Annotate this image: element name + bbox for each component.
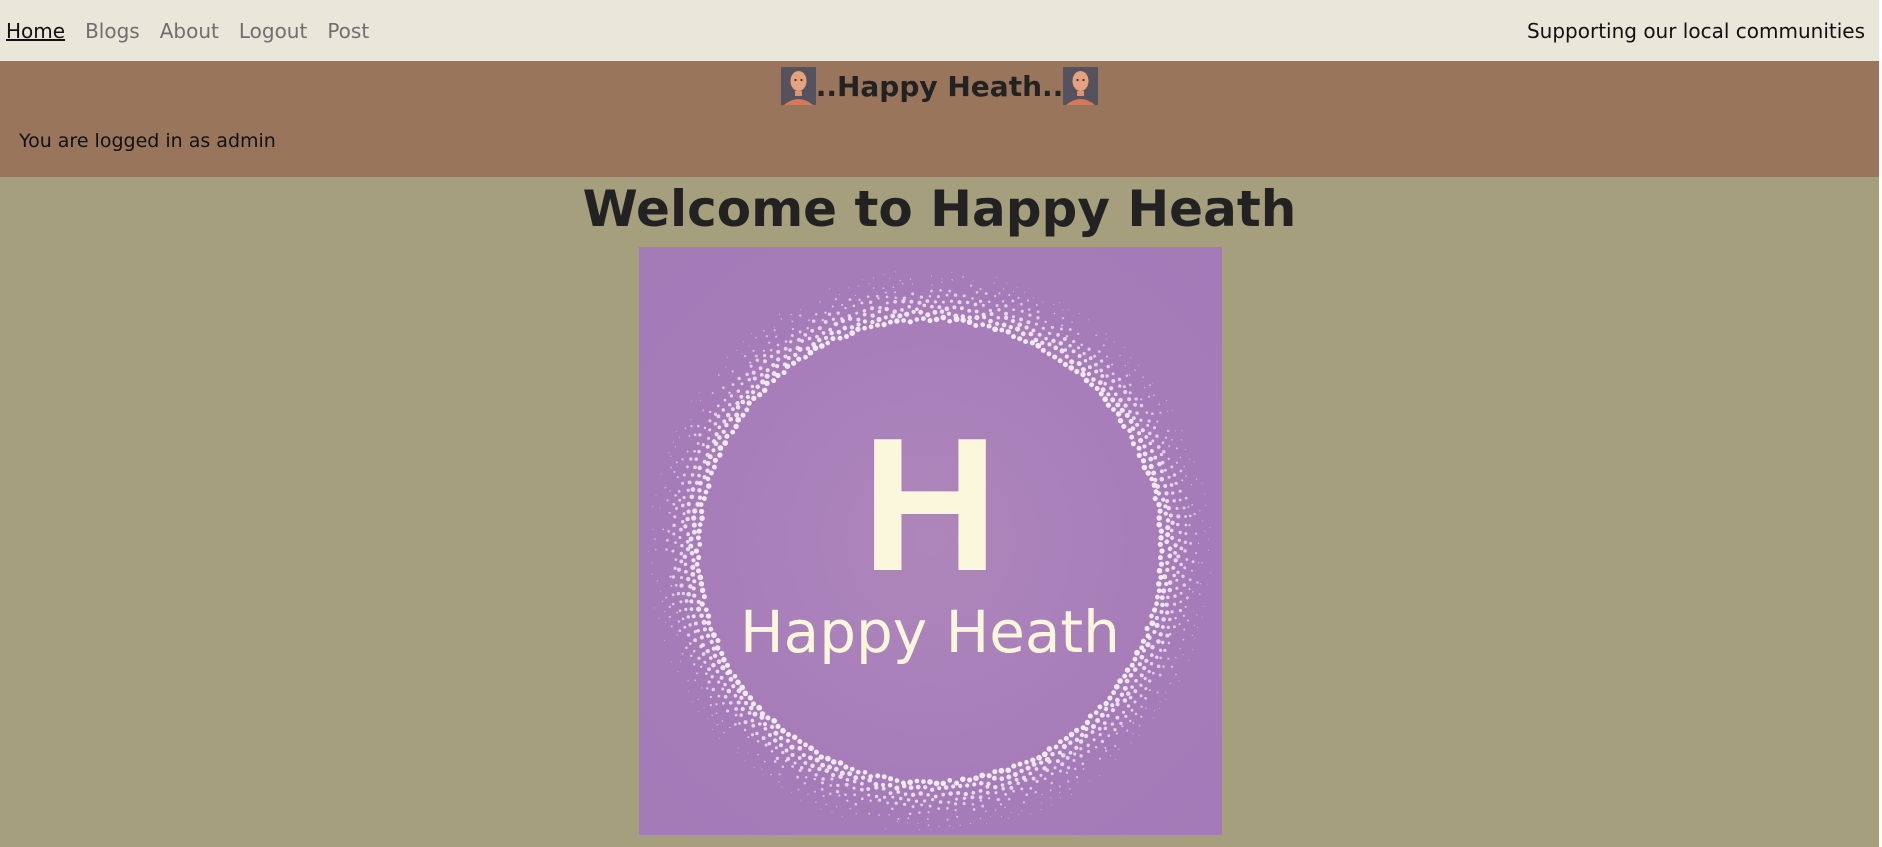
site-title: ..Happy Heath.. [815, 69, 1064, 103]
site-header: ..Happy Heath.. You are logged in as adm… [0, 61, 1879, 177]
nav-link-logout[interactable]: Logout [239, 19, 307, 43]
nav-link-post[interactable]: Post [327, 19, 369, 43]
top-navbar: Home Blogs About Logout Post Supporting … [0, 0, 1879, 61]
logo-name: Happy Heath [740, 598, 1120, 666]
nav-link-about[interactable]: About [160, 19, 219, 43]
nav-links: Home Blogs About Logout Post [0, 19, 389, 43]
nav-link-blogs[interactable]: Blogs [85, 19, 140, 43]
login-status: You are logged in as admin [19, 130, 276, 152]
nav-link-home[interactable]: Home [6, 19, 65, 43]
avatar-icon [780, 67, 816, 105]
avatar-icon [1063, 67, 1099, 105]
logo-letter: H [861, 399, 998, 611]
welcome-heading: Welcome to Happy Heath [582, 180, 1297, 238]
happy-heath-logo: H Happy Heath [639, 247, 1222, 835]
site-title-row: ..Happy Heath.. [0, 67, 1879, 105]
site-tagline: Supporting our local communities [1526, 18, 1865, 43]
